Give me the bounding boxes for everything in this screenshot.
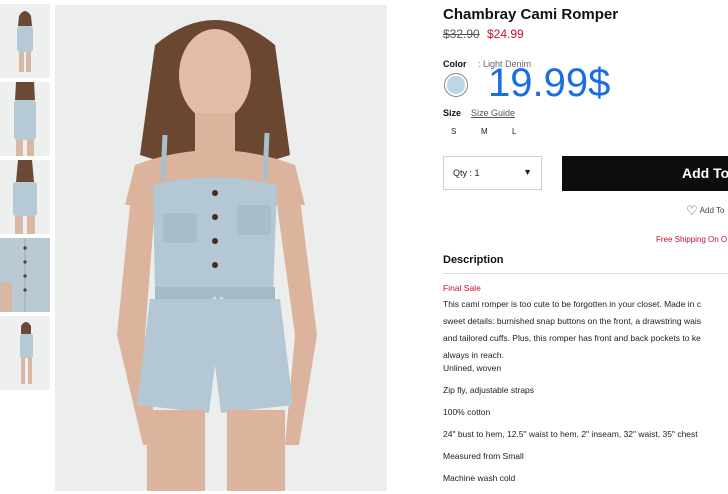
- final-sale-label: Final Sale: [443, 283, 481, 293]
- description-line: sweet details: burnished snap buttons on…: [443, 316, 701, 326]
- size-option-s[interactable]: S: [451, 127, 456, 136]
- wishlist-label: Add To: [699, 206, 725, 215]
- description-heading[interactable]: Description: [443, 254, 504, 266]
- description-line: and tailored cuffs. Plus, this romper ha…: [443, 333, 701, 343]
- color-label: Color: [443, 59, 467, 69]
- detail-item: 24" bust to hem, 12.5" waist to hem, 2" …: [443, 429, 698, 439]
- thumbnail-1[interactable]: [0, 4, 50, 78]
- size-label: Size: [443, 108, 462, 118]
- product-title: Chambray Cami Romper: [443, 6, 619, 23]
- thumbnail-3[interactable]: [0, 160, 50, 234]
- add-to-bag-label: Add To: [682, 165, 728, 181]
- thumbnail-5[interactable]: [0, 316, 50, 390]
- description-body: This cami romper is too cute to be forgo…: [443, 296, 728, 364]
- free-shipping-note: Free Shipping On O: [656, 235, 728, 244]
- product-details-list: Unlined, woven Zip fly, adjustable strap…: [443, 362, 698, 494]
- original-price: $32.90: [443, 27, 480, 41]
- add-to-bag-button[interactable]: Add To: [562, 156, 728, 191]
- add-to-wishlist-link[interactable]: ♡ Add To: [686, 203, 724, 219]
- detail-item: Unlined, woven: [443, 363, 502, 373]
- thumbnail-list: [0, 4, 50, 394]
- description-line: This cami romper is too cute to be forgo…: [443, 299, 701, 309]
- size-option-l[interactable]: L: [512, 127, 516, 136]
- size-guide-link[interactable]: Size Guide: [471, 108, 515, 118]
- thumbnail-4[interactable]: [0, 238, 50, 312]
- product-main-image[interactable]: [55, 5, 387, 491]
- sale-price: $24.99: [487, 27, 524, 41]
- thumbnail-2[interactable]: [0, 82, 50, 156]
- product-info-panel: Chambray Cami Romper $32.90 $24.99 Color…: [443, 0, 728, 493]
- overlay-price-text: 19.99$: [488, 61, 611, 105]
- detail-item: Machine wash cold: [443, 473, 516, 483]
- description-divider: [443, 273, 728, 274]
- detail-item: Measured from Small: [443, 451, 524, 461]
- color-swatch-light-denim[interactable]: [445, 74, 467, 96]
- chevron-down-icon: ▼: [523, 167, 532, 177]
- size-option-m[interactable]: M: [481, 127, 488, 136]
- detail-item: 100% cotton: [443, 407, 491, 417]
- detail-item: Zip fly, adjustable straps: [443, 385, 535, 395]
- heart-icon: ♡: [686, 203, 698, 218]
- quantity-label: Qty : 1: [453, 168, 480, 178]
- quantity-select[interactable]: Qty : 1 ▼: [443, 156, 542, 190]
